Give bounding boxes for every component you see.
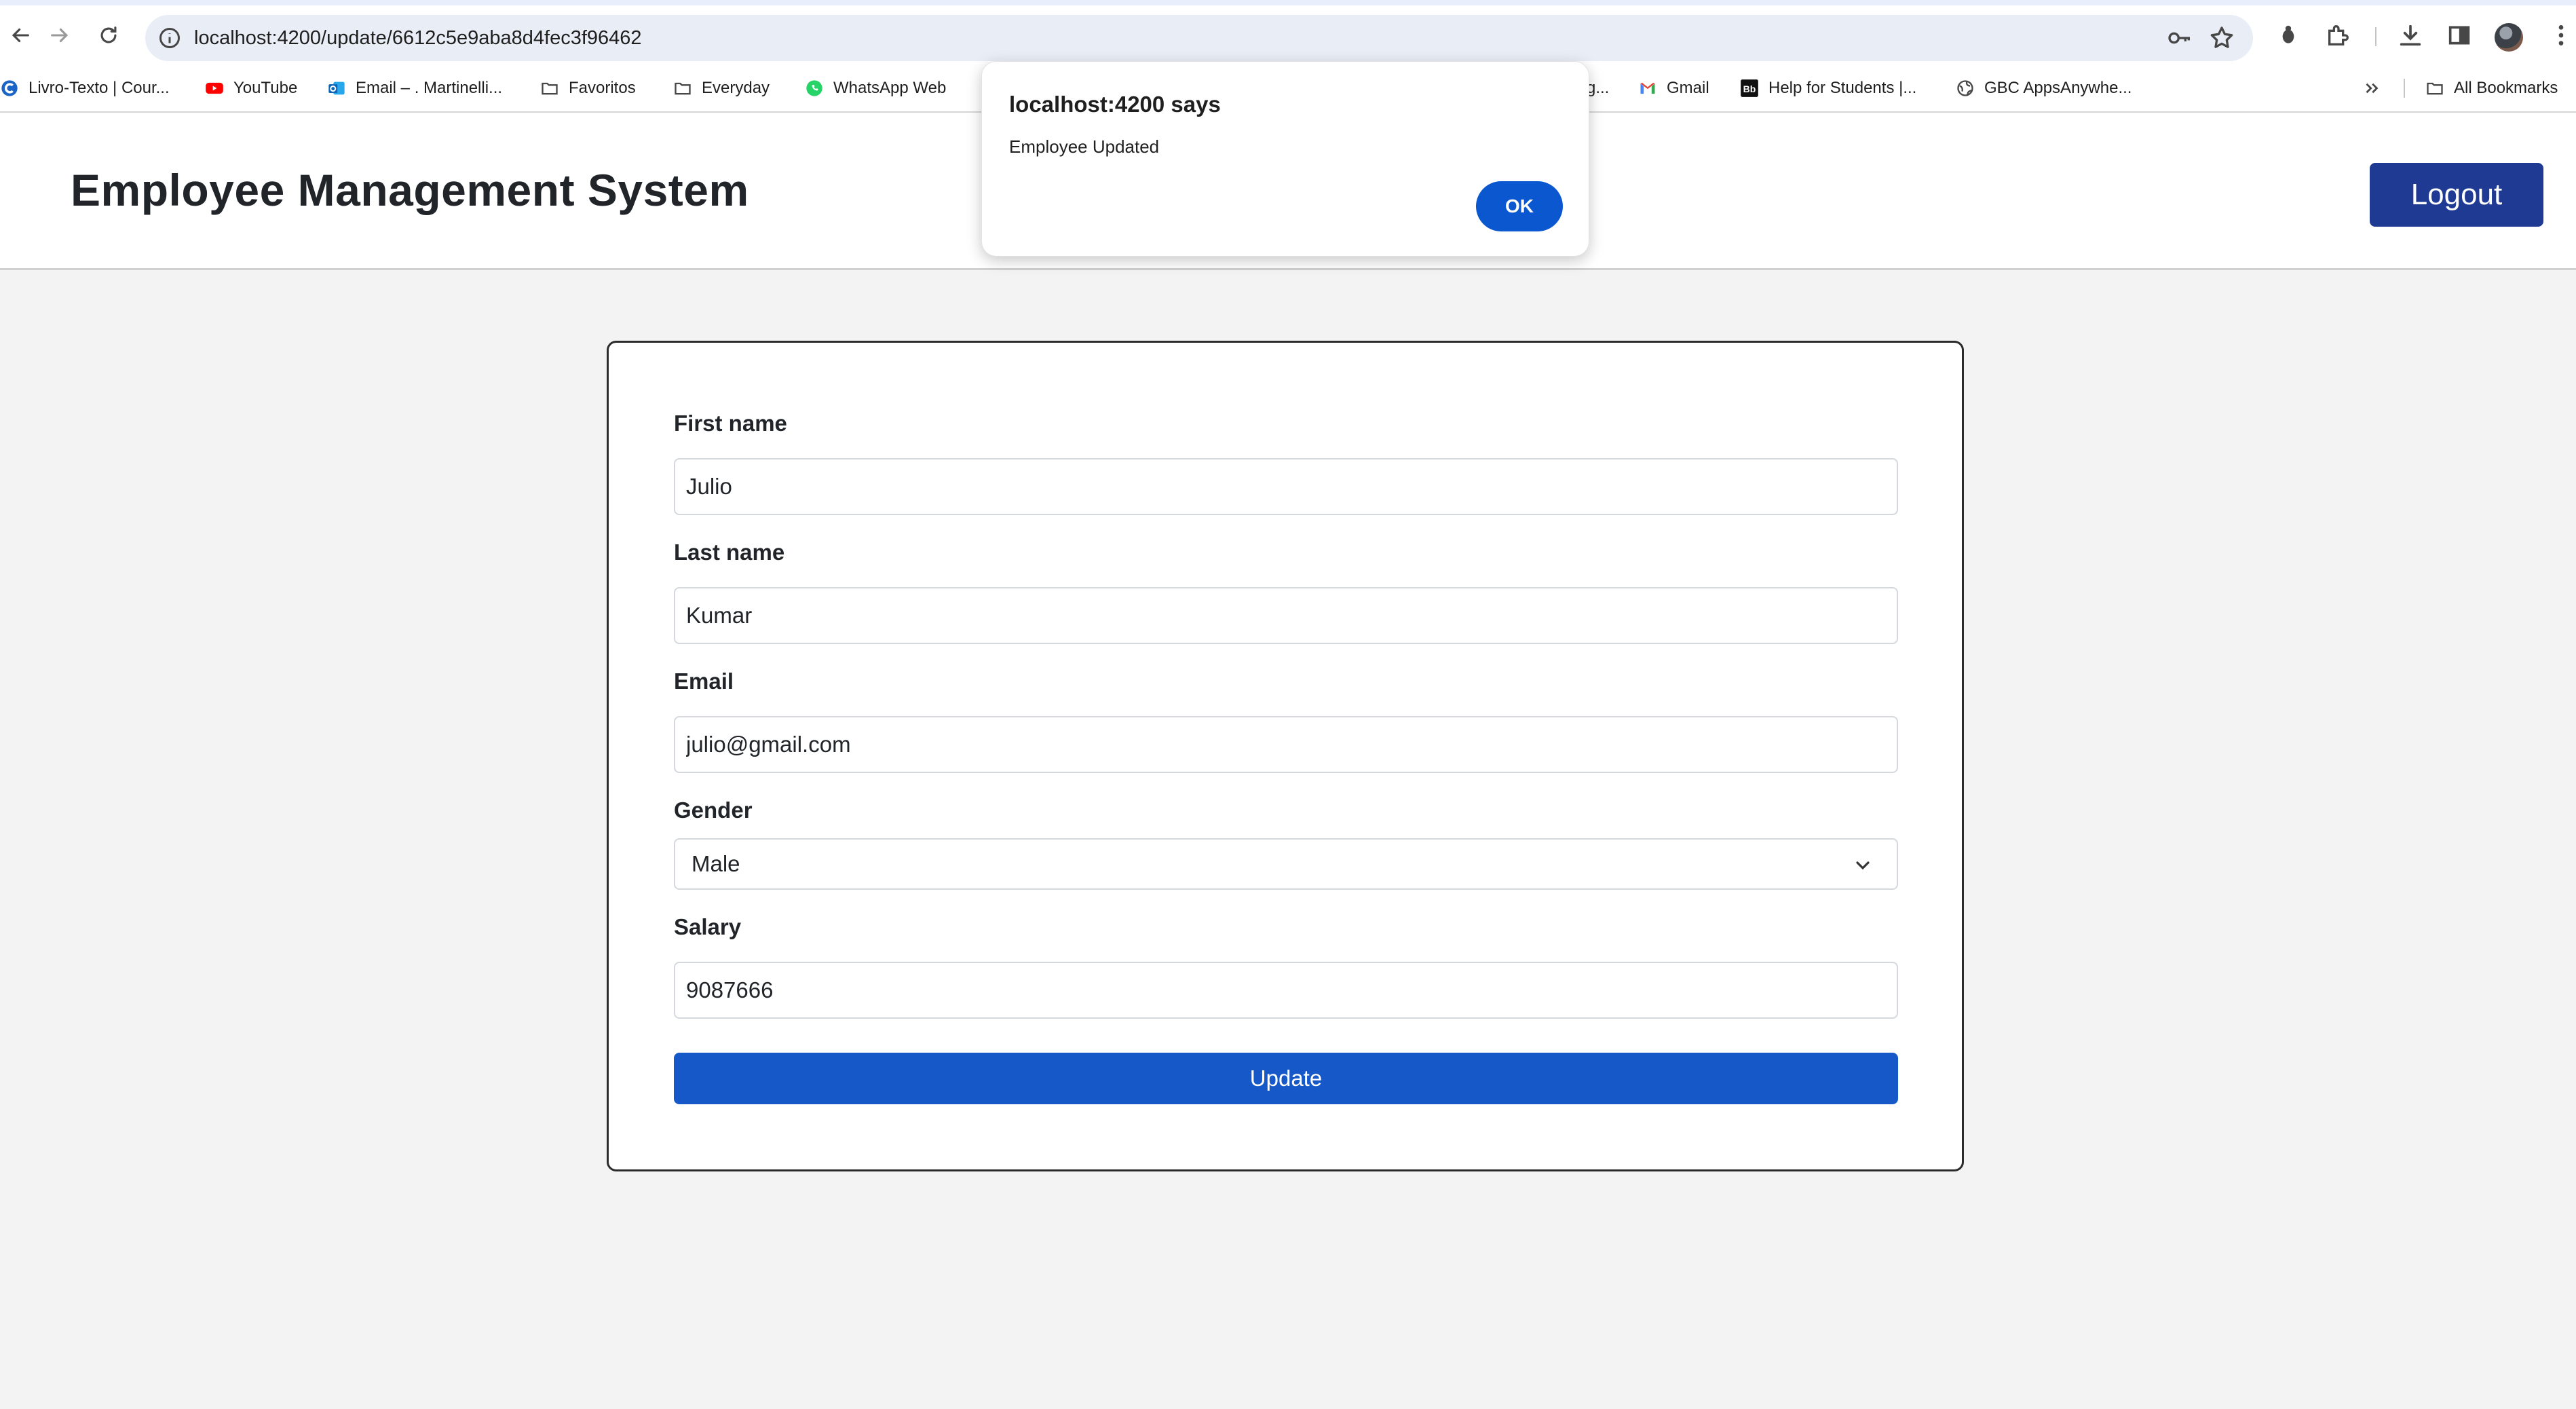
folder-icon	[673, 79, 692, 98]
bookmark-help-students[interactable]: Bb Help for Students |...	[1740, 67, 1916, 110]
profile-avatar[interactable]	[2495, 23, 2523, 52]
site-info-icon[interactable]	[157, 26, 182, 50]
toolbar-separator	[2375, 27, 2376, 46]
logout-button[interactable]: Logout	[2370, 163, 2543, 227]
dialog-ok-button[interactable]: OK	[1476, 181, 1563, 231]
whatsapp-icon	[805, 79, 824, 98]
app-title: Employee Management System	[71, 165, 749, 215]
chevron-down-icon	[1856, 861, 1870, 870]
salary-label: Salary	[674, 914, 742, 939]
youtube-icon	[205, 79, 224, 98]
update-employee-form: First name Last name Email Gender Male S…	[607, 341, 1964, 1171]
folder-icon	[540, 79, 559, 98]
email-label: Email	[674, 669, 734, 694]
first-name-input[interactable]	[674, 458, 1898, 515]
first-name-label: First name	[674, 411, 787, 436]
bookmark-whatsapp[interactable]: WhatsApp Web	[805, 67, 946, 110]
bookmark-email[interactable]: Email – . Martinelli...	[327, 67, 502, 110]
update-button[interactable]: Update	[674, 1053, 1898, 1104]
gender-label: Gender	[674, 797, 753, 823]
bug-extension-icon[interactable]	[2272, 19, 2305, 52]
browser-toolbar: localhost:4200/update/6612c5e9aba8d4fec3…	[0, 5, 2576, 67]
globe-icon	[1956, 79, 1975, 98]
menu-kebab-icon[interactable]	[2545, 19, 2576, 52]
address-bar[interactable]: localhost:4200/update/6612c5e9aba8d4fec3…	[145, 15, 2253, 61]
blackboard-icon: Bb	[1740, 79, 1759, 98]
reload-icon[interactable]	[88, 15, 129, 56]
last-name-label: Last name	[674, 540, 785, 565]
password-key-icon[interactable]	[2166, 24, 2193, 52]
forward-icon[interactable]	[39, 15, 80, 56]
last-name-input[interactable]	[674, 587, 1898, 644]
bookmark-favoritos[interactable]: Favoritos	[540, 67, 636, 110]
bookmarks-separator	[2404, 79, 2405, 98]
gender-select[interactable]: Male	[674, 838, 1898, 890]
bookmark-all-bookmarks[interactable]: All Bookmarks	[2425, 67, 2558, 110]
folder-icon	[2425, 79, 2444, 98]
tab-strip	[0, 0, 2576, 5]
bookmark-star-icon[interactable]	[2208, 24, 2235, 52]
bookmark-everyday[interactable]: Everyday	[673, 67, 770, 110]
salary-input[interactable]	[674, 962, 1898, 1019]
gender-selected-value: Male	[692, 851, 740, 876]
course-icon	[0, 79, 19, 98]
more-bookmarks-icon[interactable]	[2362, 67, 2382, 110]
bookmark-youtube[interactable]: YouTube	[205, 67, 297, 110]
blackboard-glyph: Bb	[1743, 83, 1756, 94]
extensions-puzzle-icon[interactable]	[2322, 19, 2355, 52]
dialog-title: localhost:4200 says	[1009, 92, 1221, 117]
url-text: localhost:4200/update/6612c5e9aba8d4fec3…	[194, 27, 642, 49]
back-icon[interactable]	[0, 15, 41, 56]
email-input[interactable]	[674, 716, 1898, 773]
outlook-icon	[327, 79, 346, 98]
gmail-icon	[1638, 79, 1657, 98]
side-panel-icon[interactable]	[2443, 19, 2476, 52]
bookmark-livro-texto[interactable]: Livro-Texto | Cour...	[0, 67, 170, 110]
bookmark-gmail[interactable]: Gmail	[1638, 67, 1709, 110]
bookmark-gbc-apps[interactable]: GBC AppsAnywhe...	[1956, 67, 2132, 110]
dialog-message: Employee Updated	[1009, 136, 1160, 157]
download-icon[interactable]	[2394, 19, 2427, 52]
bookmark-partial[interactable]: g...	[1587, 67, 1609, 110]
alert-dialog: localhost:4200 says Employee Updated OK	[981, 61, 1589, 257]
